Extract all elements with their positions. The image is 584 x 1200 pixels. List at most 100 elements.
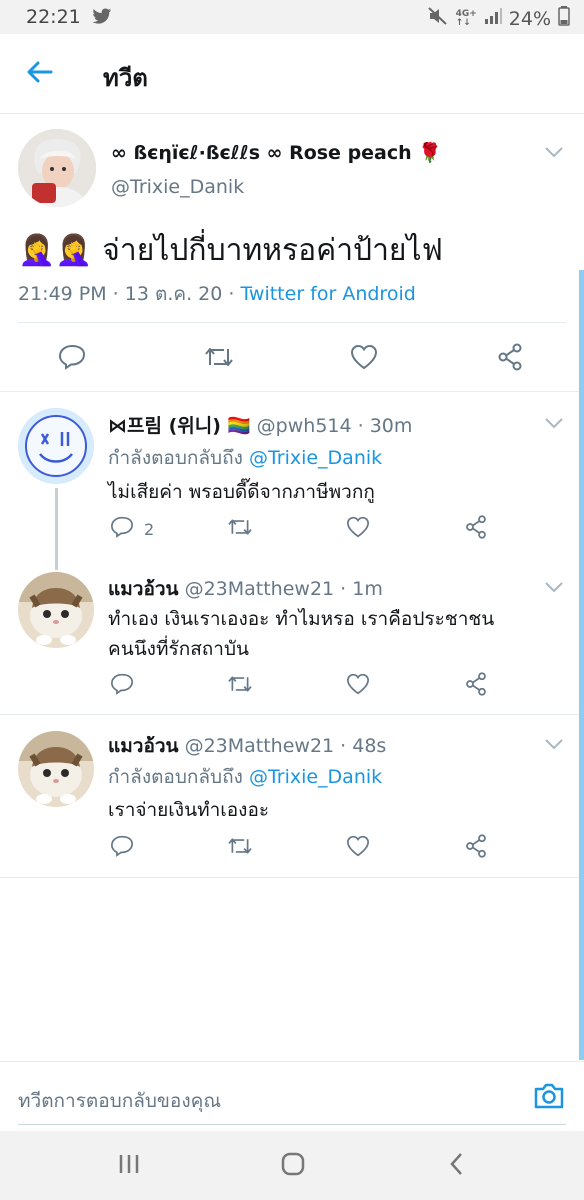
- retweet-button[interactable]: [226, 833, 254, 863]
- divider: [0, 877, 584, 878]
- share-button[interactable]: [488, 337, 532, 381]
- camera-icon: [532, 1083, 566, 1117]
- replying-to-handle[interactable]: @Trixie_Danik: [249, 447, 382, 469]
- home-icon: [280, 1151, 306, 1181]
- reply-header: แมวอ้วน @23Matthew21 · 48s: [108, 731, 386, 761]
- share-button[interactable]: [464, 514, 488, 544]
- camera-button[interactable]: [532, 1079, 566, 1113]
- tweet-menu-button[interactable]: [544, 143, 564, 162]
- status-time: 22:21: [26, 6, 81, 28]
- divider: [18, 322, 566, 323]
- recent-apps-button[interactable]: [113, 1151, 145, 1181]
- thread-connector: [55, 488, 58, 570]
- reply-text-line: คนนึงที่รักสถาบัน: [108, 638, 250, 660]
- reply-author-name[interactable]: ⋈프림 (위니): [108, 415, 221, 437]
- tweet-timestamp: 21:49 PM · 13 ต.ค. 20 ·: [18, 283, 241, 305]
- reply-tweet[interactable]: แมวอ้วน @23Matthew21 · 48s กำลังตอบกลับถ…: [0, 715, 584, 877]
- status-bar: 22:21 4G+ ↑↓ 24%: [0, 0, 584, 34]
- retweet-icon: [226, 673, 254, 699]
- comment-bubble-icon: [110, 516, 134, 542]
- system-navigation-bar: [0, 1131, 584, 1200]
- tweet-source-link[interactable]: Twitter for Android: [240, 283, 415, 305]
- retweet-button[interactable]: [226, 671, 254, 701]
- recent-apps-icon: [117, 1153, 141, 1179]
- avatar[interactable]: [18, 731, 94, 807]
- reply-handle[interactable]: @23Matthew21 · 48s: [185, 735, 387, 757]
- signal-icon: [484, 7, 502, 30]
- reply-handle[interactable]: @23Matthew21 · 1m: [185, 578, 383, 600]
- tweet-text: 🤦‍♀️🤦‍♀️ จ่ายไปกี่บาทหรอค่าป้ายไฟ: [18, 227, 443, 274]
- status-indicators: 4G+ ↑↓ 24%: [427, 6, 570, 31]
- user-handle[interactable]: @Trixie_Danik: [111, 176, 244, 198]
- home-button[interactable]: [277, 1151, 309, 1181]
- replying-to: กำลังตอบกลับถึง @Trixie_Danik: [108, 762, 382, 792]
- display-name[interactable]: ∞ ßєηїєℓ·ßєℓℓѕ ∞ Rose peach 🌹: [111, 141, 442, 164]
- replying-to-label: กำลังตอบกลับถึง: [108, 766, 249, 788]
- scrollbar[interactable]: [579, 270, 584, 1060]
- like-button[interactable]: [346, 671, 370, 701]
- like-button[interactable]: [346, 514, 370, 544]
- reply-text-line: ทำเอง เงินเราเองอะ ทำไมหรอ เราคือประชาชน: [108, 608, 495, 630]
- avatar[interactable]: [18, 129, 96, 207]
- retweet-icon: [226, 516, 254, 542]
- heart-icon: [346, 673, 370, 699]
- reply-author-name[interactable]: แมวอ้วน: [108, 578, 179, 600]
- page-title: ทวีต: [103, 64, 148, 92]
- tweet-body: จ่ายไปกี่บาทหรอค่าป้ายไฟ: [102, 233, 443, 268]
- replying-to-handle[interactable]: @Trixie_Danik: [249, 766, 382, 788]
- app-header: ทวีต: [0, 34, 584, 114]
- retweet-button[interactable]: [197, 337, 241, 381]
- chevron-left-icon: [449, 1152, 465, 1180]
- network-indicator: 4G+ ↑↓: [455, 9, 477, 28]
- reply-tweet[interactable]: แมวอ้วน @23Matthew21 · 1m ทำเอง เงินเราเ…: [0, 562, 584, 714]
- like-button[interactable]: [342, 337, 386, 381]
- retweet-icon: [203, 344, 235, 374]
- tweet-metadata: 21:49 PM · 13 ต.ค. 20 · Twitter for Andr…: [18, 279, 416, 309]
- comment-bubble-icon: [58, 344, 86, 374]
- chevron-down-icon: [544, 143, 564, 162]
- facepalm-emoji: 🤦‍♀️🤦‍♀️: [18, 233, 93, 268]
- comment-bubble-icon: [110, 835, 134, 861]
- tweet-menu-button[interactable]: [544, 578, 564, 597]
- reply-button[interactable]: [110, 833, 134, 863]
- battery-icon: [558, 6, 570, 31]
- share-button[interactable]: [464, 671, 488, 701]
- reply-handle[interactable]: @pwh514 · 30m: [257, 415, 413, 437]
- main-tweet: ∞ ßєηїєℓ·ßєℓℓѕ ∞ Rose peach 🌹 @Trixie_Da…: [0, 115, 584, 392]
- reply-actions: [108, 671, 508, 701]
- display-name-text: ∞ ßєηїєℓ·ßєℓℓѕ ∞ Rose peach: [111, 142, 412, 164]
- reply-author-name[interactable]: แมวอ้วน: [108, 735, 179, 757]
- chevron-down-icon: [544, 578, 564, 597]
- retweet-button[interactable]: [226, 514, 254, 544]
- reply-actions: [108, 833, 508, 863]
- share-button[interactable]: [464, 833, 488, 863]
- comment-bubble-icon: [110, 673, 134, 699]
- reply-tweet[interactable]: ⋈프림 (위니) 🏳️‍🌈 @pwh514 · 30m กำลังตอบกลับ…: [0, 392, 584, 562]
- reply-button[interactable]: [50, 337, 94, 381]
- chevron-down-icon: [544, 414, 564, 433]
- reply-button[interactable]: 2: [110, 514, 154, 544]
- reply-input[interactable]: ทวีตการตอบกลับของคุณ: [18, 1086, 221, 1116]
- heart-icon: [346, 835, 370, 861]
- back-button[interactable]: [22, 56, 58, 92]
- tweet-menu-button[interactable]: [544, 414, 564, 433]
- reply-compose-bar[interactable]: ทวีตการตอบกลับของคุณ: [0, 1061, 584, 1131]
- input-underline: [18, 1124, 566, 1125]
- tweet-menu-button[interactable]: [544, 735, 564, 754]
- rose-emoji: 🌹: [418, 142, 442, 164]
- share-icon: [496, 343, 524, 375]
- replying-to: กำลังตอบกลับถึง @Trixie_Danik: [108, 443, 382, 473]
- arrow-left-icon: [27, 61, 53, 87]
- chevron-down-icon: [544, 735, 564, 754]
- mute-icon: [427, 6, 449, 31]
- like-button[interactable]: [346, 833, 370, 863]
- system-back-button[interactable]: [441, 1151, 473, 1181]
- share-icon: [464, 515, 488, 543]
- avatar[interactable]: [18, 408, 94, 484]
- tweet-actions: [0, 337, 584, 381]
- network-arrows: ↑↓: [455, 17, 471, 28]
- avatar[interactable]: [18, 572, 94, 648]
- reply-button[interactable]: [110, 671, 134, 701]
- battery-level: 24%: [508, 7, 551, 30]
- heart-icon: [346, 516, 370, 542]
